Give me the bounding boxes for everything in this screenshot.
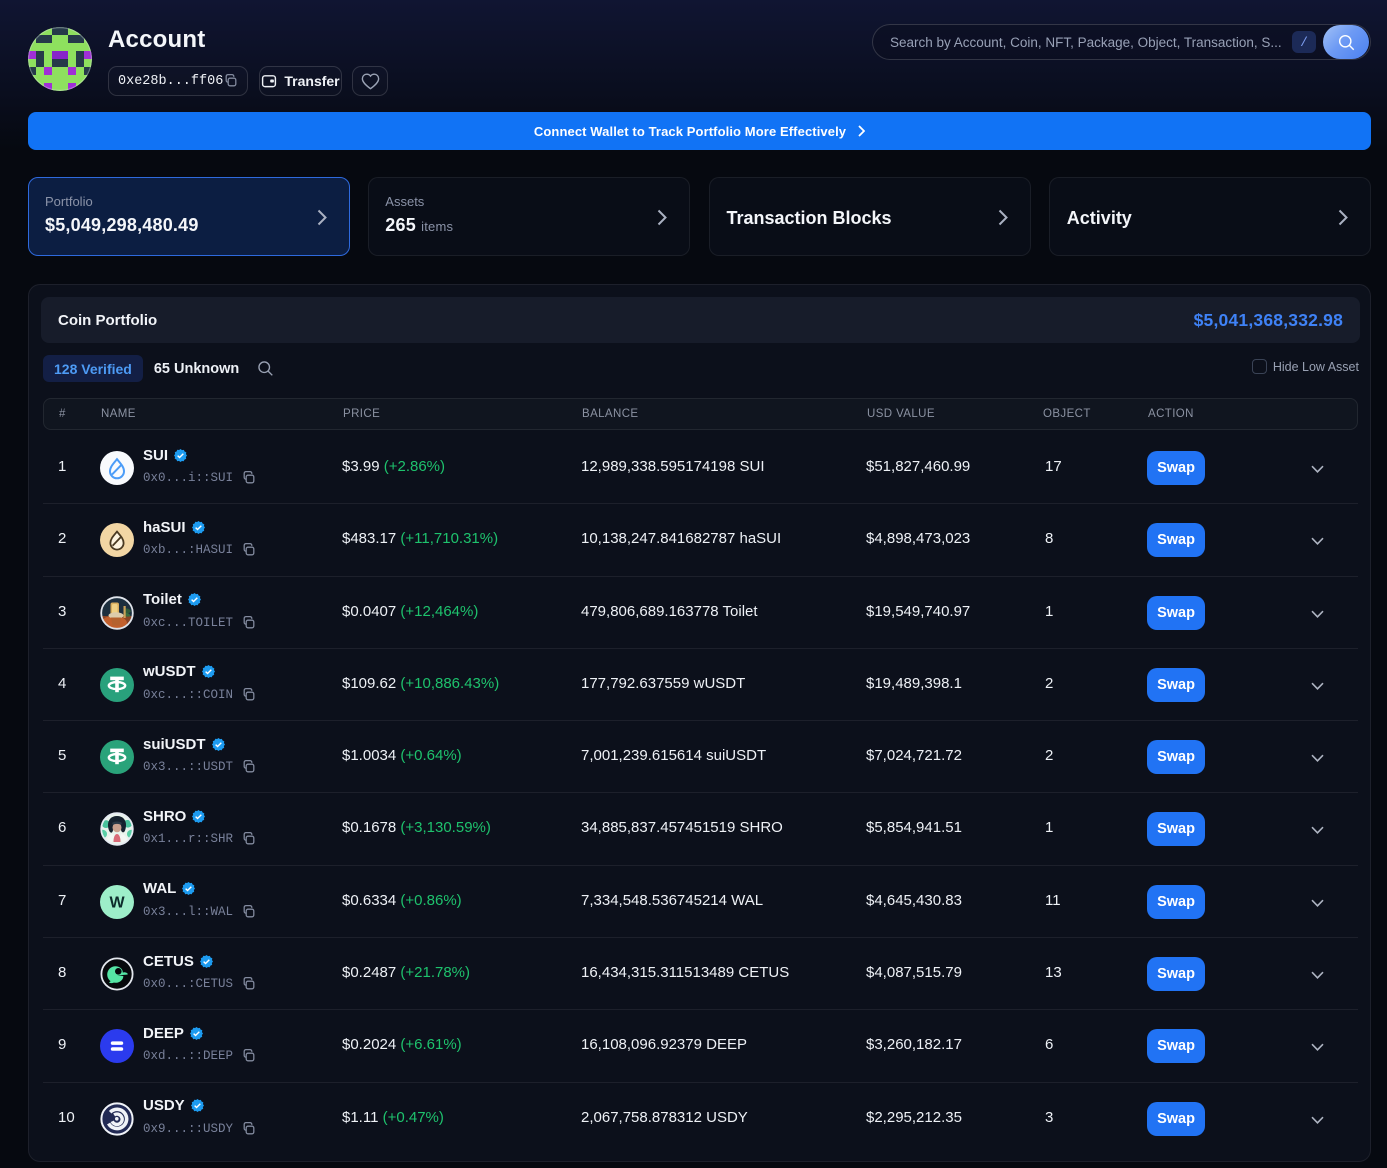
svg-text:W: W bbox=[109, 894, 125, 911]
